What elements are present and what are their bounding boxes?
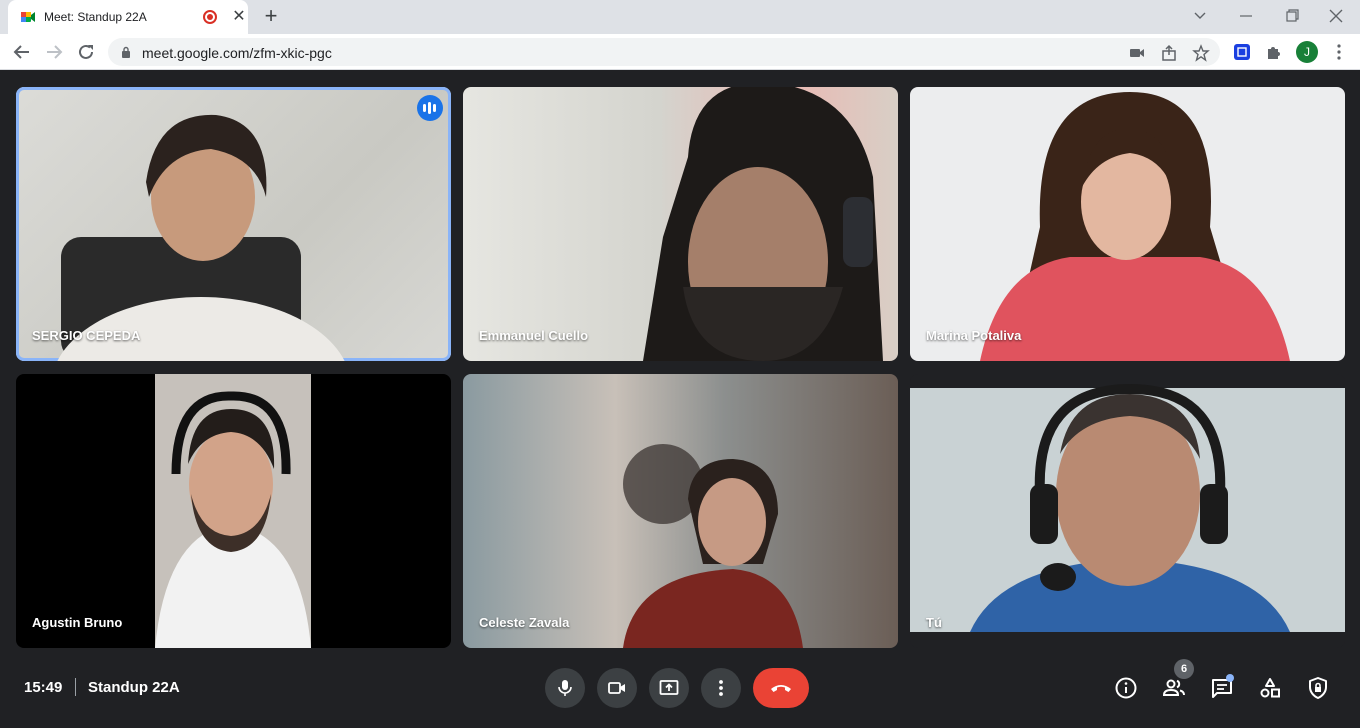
participant-video <box>910 383 1345 632</box>
microphone-button[interactable] <box>545 668 585 708</box>
participant-video <box>623 444 803 648</box>
recording-indicator-icon <box>203 10 217 24</box>
lock-icon <box>122 46 130 58</box>
forward-icon[interactable] <box>42 40 66 64</box>
participant-name: SERGIO CEPEDA <box>32 328 141 343</box>
tab-title: Meet: Standup 22A <box>44 10 147 24</box>
participant-tile[interactable]: Celeste Zavala <box>463 374 898 648</box>
new-tab-button[interactable]: + <box>258 4 284 30</box>
host-controls-icon[interactable] <box>1306 676 1330 700</box>
activities-icon[interactable] <box>1258 676 1282 700</box>
back-icon[interactable] <box>10 40 34 64</box>
browser-tab-bar: Meet: Standup 22A ✕ + <box>0 0 1360 34</box>
participant-name: Agustin Bruno <box>32 615 123 630</box>
minimize-button[interactable] <box>1232 4 1260 28</box>
meet-favicon-icon <box>21 12 35 22</box>
participant-name: Celeste Zavala <box>479 615 570 630</box>
more-options-icon <box>719 680 723 696</box>
extension-icon[interactable] <box>1233 43 1251 61</box>
camera-in-use-icon[interactable] <box>1128 44 1146 62</box>
meeting-clock: 15:49 <box>24 679 63 696</box>
participant-name: Emmanuel Cuello <box>479 328 589 343</box>
camera-button[interactable] <box>597 668 637 708</box>
more-options-button[interactable] <box>701 668 741 708</box>
video-grid: SERGIO CEPEDA Emmanuel Cuello Marina Pot… <box>0 71 1360 651</box>
chat-notification-dot <box>1226 674 1234 682</box>
participant-count-badge: 6 <box>1174 659 1194 679</box>
participant-video <box>155 374 311 648</box>
meeting-name: Standup 22A <box>88 679 180 696</box>
participant-tile[interactable]: Marina Potaliva <box>910 87 1345 361</box>
address-bar[interactable]: meet.google.com/zfm-xkic-pgc <box>108 38 1220 66</box>
tab-search-icon[interactable] <box>1186 4 1214 28</box>
browser-toolbar: meet.google.com/zfm-xkic-pgc J <box>0 34 1360 70</box>
browser-menu-icon[interactable] <box>1330 43 1348 61</box>
participant-video <box>57 114 345 361</box>
participant-name: Marina Potaliva <box>926 328 1022 343</box>
hang-up-icon <box>771 685 791 692</box>
participant-tile[interactable]: SERGIO CEPEDA <box>16 87 451 361</box>
participant-tile[interactable]: Agustin Bruno <box>16 374 451 648</box>
tab-close-button[interactable]: ✕ <box>230 8 248 26</box>
bookmark-star-icon[interactable] <box>1192 44 1210 62</box>
extensions-puzzle-icon[interactable] <box>1265 43 1283 61</box>
url-text: meet.google.com/zfm-xkic-pgc <box>142 45 332 61</box>
reload-icon[interactable] <box>74 40 98 64</box>
restore-button[interactable] <box>1278 4 1306 28</box>
camera-icon <box>608 682 625 694</box>
divider <box>75 678 76 696</box>
profile-avatar[interactable]: J <box>1296 41 1318 63</box>
window-close-button[interactable] <box>1322 4 1350 28</box>
info-icon[interactable] <box>1114 676 1138 700</box>
browser-tab[interactable]: Meet: Standup 22A ✕ <box>8 0 248 34</box>
participant-name: Tú <box>926 615 942 630</box>
meeting-controls-bar: 15:49 Standup 22A 6 <box>0 651 1360 728</box>
leave-call-button[interactable] <box>753 668 809 708</box>
share-icon[interactable] <box>1160 44 1178 62</box>
participant-video <box>980 92 1290 361</box>
participant-video <box>643 87 883 361</box>
present-screen-icon <box>659 680 679 695</box>
people-icon[interactable] <box>1162 676 1186 700</box>
participant-tile[interactable]: Tú <box>910 374 1345 648</box>
microphone-icon <box>558 680 572 696</box>
speaking-indicator-icon <box>417 95 443 121</box>
present-screen-button[interactable] <box>649 668 689 708</box>
participant-tile[interactable]: Emmanuel Cuello <box>463 87 898 361</box>
